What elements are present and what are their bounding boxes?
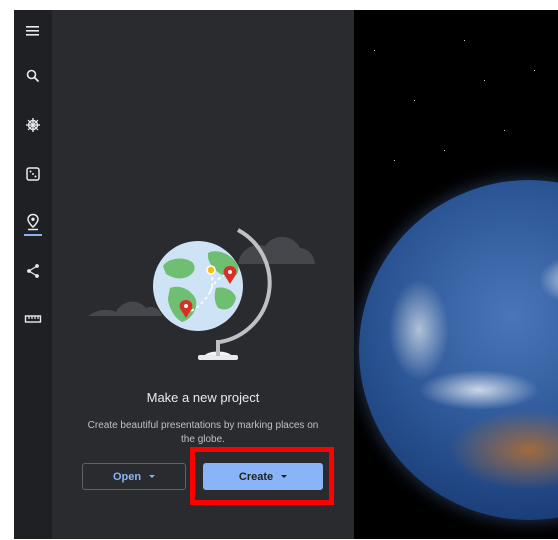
projects-icon bbox=[27, 213, 39, 231]
share-button[interactable] bbox=[14, 252, 52, 290]
earth-globe[interactable] bbox=[359, 180, 558, 520]
panel-description: Create beautiful presentations by markin… bbox=[87, 420, 319, 445]
globe-illustration bbox=[88, 228, 315, 360]
measure-icon bbox=[24, 315, 42, 323]
projects-panel: Make a new project Create beautiful pres… bbox=[52, 10, 354, 539]
open-button-label: Open bbox=[112, 470, 142, 483]
app-frame: Make a new project Create beautiful pres… bbox=[14, 10, 558, 539]
menu-icon bbox=[26, 26, 39, 36]
feeling-lucky-button[interactable] bbox=[14, 155, 52, 193]
search-button[interactable] bbox=[14, 57, 52, 95]
open-button[interactable]: Open bbox=[82, 463, 186, 490]
search-icon bbox=[26, 69, 40, 83]
menu-button[interactable] bbox=[14, 12, 52, 50]
voyager-button[interactable] bbox=[14, 106, 52, 144]
panel-title: Make a new project bbox=[146, 390, 260, 405]
highlight-box bbox=[190, 447, 334, 505]
side-rail bbox=[14, 10, 52, 539]
map-view[interactable] bbox=[354, 10, 558, 539]
feeling-lucky-icon bbox=[26, 167, 40, 181]
measure-button[interactable] bbox=[14, 300, 52, 338]
share-icon bbox=[27, 264, 39, 278]
projects-selected-indicator bbox=[24, 234, 42, 236]
voyager-icon bbox=[26, 118, 40, 132]
chevron-down-icon bbox=[149, 475, 156, 478]
